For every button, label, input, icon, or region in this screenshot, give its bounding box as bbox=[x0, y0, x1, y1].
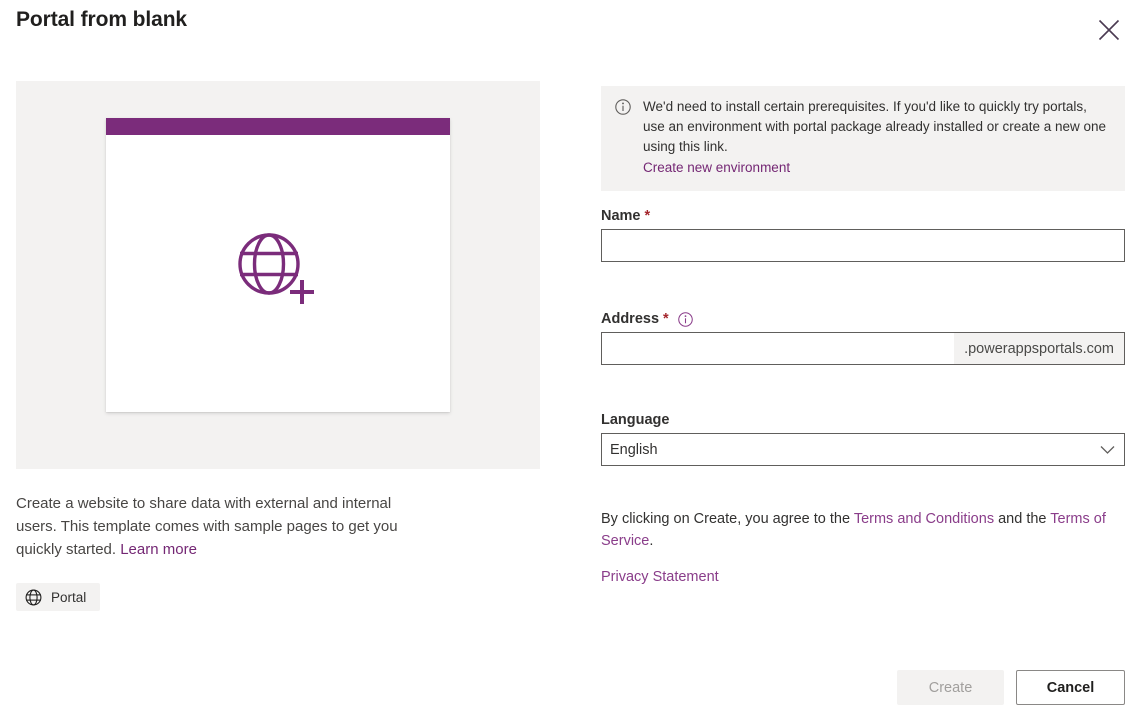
cancel-button[interactable]: Cancel bbox=[1016, 670, 1125, 705]
close-button[interactable] bbox=[1091, 12, 1127, 48]
legal-text-middle: and the bbox=[994, 511, 1051, 527]
page-title: Portal from blank bbox=[16, 8, 187, 31]
globe-icon bbox=[25, 589, 42, 606]
banner-message-text: We'd need to install certain prerequisit… bbox=[643, 99, 1107, 154]
language-label-text: Language bbox=[601, 412, 670, 428]
create-new-environment-link[interactable]: Create new environment bbox=[643, 158, 790, 178]
terms-and-conditions-link[interactable]: Terms and Conditions bbox=[854, 511, 994, 527]
preview-card-body bbox=[106, 135, 450, 412]
legal-agreement-text: By clicking on Create, you agree to the … bbox=[601, 508, 1125, 552]
name-label-text: Name bbox=[601, 208, 641, 224]
address-label-text: Address bbox=[601, 311, 660, 327]
template-preview-panel bbox=[16, 81, 540, 469]
learn-more-link[interactable]: Learn more bbox=[120, 541, 197, 558]
language-selected-value: English bbox=[610, 441, 658, 458]
preview-card-header-bar bbox=[106, 118, 450, 135]
globe-plus-icon bbox=[236, 231, 320, 316]
legal-text-before: By clicking on Create, you agree to the bbox=[601, 511, 854, 527]
address-domain-suffix: .powerappsportals.com bbox=[954, 333, 1124, 364]
chevron-down-icon bbox=[1100, 445, 1115, 455]
name-required-marker: * bbox=[644, 208, 651, 224]
address-field-label: Address * bbox=[601, 311, 1125, 327]
prerequisites-info-banner: We'd need to install certain prerequisit… bbox=[601, 86, 1125, 191]
address-required-marker: * bbox=[663, 311, 669, 327]
info-icon bbox=[615, 97, 631, 178]
language-field-group: Language English bbox=[601, 412, 1125, 466]
template-description-text: Create a website to share data with exte… bbox=[16, 495, 398, 558]
language-field-label: Language bbox=[601, 412, 1125, 428]
banner-message-block: We'd need to install certain prerequisit… bbox=[643, 97, 1111, 178]
create-button[interactable]: Create bbox=[897, 670, 1004, 705]
template-preview-card bbox=[106, 118, 450, 412]
address-field-group: Address * .powerappsportals.com bbox=[601, 311, 1125, 365]
address-input[interactable] bbox=[602, 333, 955, 364]
name-field-group: Name * bbox=[601, 208, 1125, 262]
legal-text-after: . bbox=[649, 533, 654, 549]
name-field-label: Name * bbox=[601, 208, 1125, 224]
template-description: Create a website to share data with exte… bbox=[16, 492, 436, 561]
close-icon bbox=[1098, 19, 1120, 41]
name-input[interactable] bbox=[601, 229, 1125, 262]
address-input-wrapper: .powerappsportals.com bbox=[601, 332, 1125, 365]
address-info-icon[interactable] bbox=[677, 311, 693, 327]
template-tag-portal[interactable]: Portal bbox=[16, 583, 101, 611]
privacy-statement-link[interactable]: Privacy Statement bbox=[601, 569, 719, 585]
language-select[interactable]: English bbox=[601, 433, 1125, 466]
template-tag-label: Portal bbox=[51, 589, 87, 605]
